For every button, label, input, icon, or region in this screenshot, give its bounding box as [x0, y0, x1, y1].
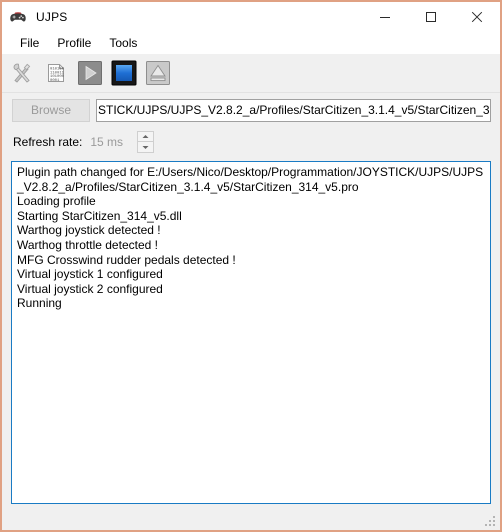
minimize-button[interactable] — [362, 2, 408, 32]
app-window: UJPS File Profile Tools 010110 110011 10… — [0, 0, 502, 532]
menu-item-profile[interactable]: Profile — [48, 34, 100, 53]
log-line: Warthog joystick detected ! — [17, 223, 161, 238]
toolbar-button-eject[interactable] — [144, 59, 172, 87]
log-line: Warthog throttle detected ! — [17, 237, 158, 252]
toolbar-button-code[interactable]: 010110 110011 101000 0001 — [42, 59, 70, 87]
log-line: MFG Crosswind rudder pedals detected ! — [17, 252, 236, 267]
svg-text:0001: 0001 — [50, 79, 60, 83]
stepper-down-button[interactable] — [137, 142, 155, 153]
toolbar-button-stop[interactable] — [110, 59, 138, 87]
refresh-rate-stepper[interactable] — [137, 131, 155, 153]
browse-button[interactable]: Browse — [12, 98, 90, 122]
log-line: Virtual joystick 1 configured — [17, 267, 163, 282]
log-line: Loading profile — [17, 194, 96, 209]
play-icon — [78, 61, 102, 85]
status-bar — [2, 504, 500, 530]
refresh-rate-label: Refresh rate: — [13, 135, 83, 149]
menu-bar: File Profile Tools — [2, 32, 500, 54]
eject-icon — [146, 61, 170, 85]
window-title: UJPS — [36, 10, 68, 24]
refresh-rate-row: Refresh rate: 15 ms — [2, 127, 500, 157]
stop-icon — [111, 60, 137, 86]
chevron-down-icon — [142, 145, 149, 149]
stepper-up-button[interactable] — [137, 131, 155, 142]
log-line: Running — [17, 296, 62, 311]
toolbar-button-tools[interactable] — [8, 59, 36, 87]
menu-item-file[interactable]: File — [11, 34, 48, 53]
log-line: Plugin path changed for E:/Users/Nico/De… — [17, 165, 484, 194]
log-output[interactable]: Plugin path changed for E:/Users/Nico/De… — [11, 161, 491, 504]
maximize-icon — [426, 12, 436, 22]
menu-item-tools[interactable]: Tools — [100, 34, 146, 53]
refresh-rate-value[interactable]: 15 ms — [90, 135, 123, 149]
chevron-up-icon — [142, 135, 149, 138]
log-line: Virtual joystick 2 configured — [17, 281, 163, 296]
gamepad-icon — [10, 12, 26, 22]
resize-grip-icon[interactable] — [484, 515, 497, 528]
close-button[interactable] — [454, 2, 500, 32]
profile-path-row: Browse STICK/UJPS/UJPS_V2.8.2_a/Profiles… — [2, 93, 500, 127]
maximize-button[interactable] — [408, 2, 454, 32]
tools-icon — [13, 63, 31, 83]
log-line: Starting StarCitizen_314_v5.dll — [17, 208, 182, 223]
close-icon — [471, 11, 483, 23]
toolbar: 010110 110011 101000 0001 — [2, 54, 500, 93]
minimize-icon — [380, 17, 390, 18]
window-controls — [362, 2, 500, 32]
title-bar: UJPS — [2, 2, 500, 32]
binary-code-icon: 010110 110011 101000 0001 — [48, 64, 65, 83]
toolbar-button-play[interactable] — [76, 59, 104, 87]
profile-path-input[interactable]: STICK/UJPS/UJPS_V2.8.2_a/Profiles/StarCi… — [96, 98, 491, 122]
